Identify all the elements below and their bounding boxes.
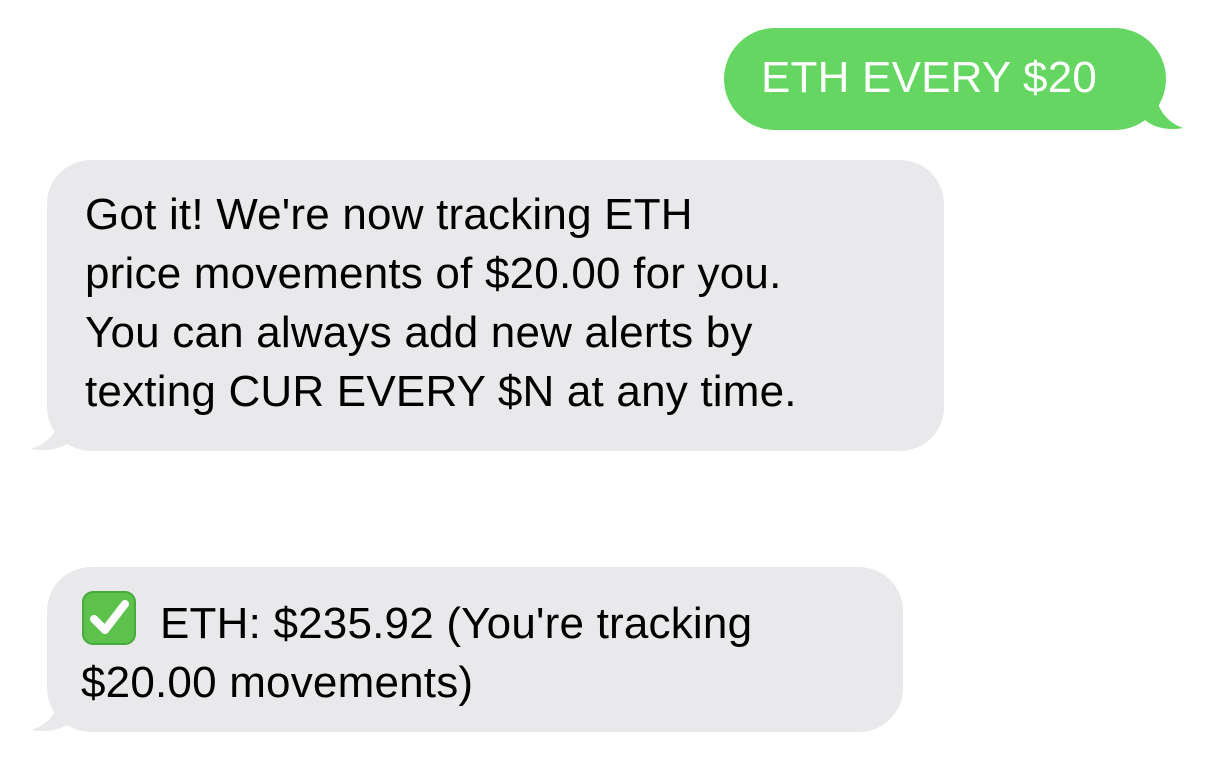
bubble-tail bbox=[31, 692, 71, 732]
check-mark-button-icon bbox=[82, 591, 136, 645]
received-message-text: Got it! We're now tracking ETH price mov… bbox=[85, 190, 797, 416]
received-message-content: ETH: $235.92 (You're tracking $20.00 mov… bbox=[81, 591, 753, 707]
received-message-bubble[interactable]: Got it! We're now tracking ETH price mov… bbox=[31, 160, 944, 451]
bubble-tail bbox=[31, 411, 71, 451]
received-message-bubble[interactable]: ETH: $235.92 (You're tracking $20.00 mov… bbox=[31, 567, 903, 732]
sent-message-bubble[interactable]: ETH EVERY $20 bbox=[724, 28, 1183, 130]
received-message-text: ETH: $235.92 (You're tracking $20.00 mov… bbox=[81, 599, 753, 707]
bubble-tail bbox=[1145, 90, 1183, 130]
sent-message-text: ETH EVERY $20 bbox=[761, 53, 1098, 102]
